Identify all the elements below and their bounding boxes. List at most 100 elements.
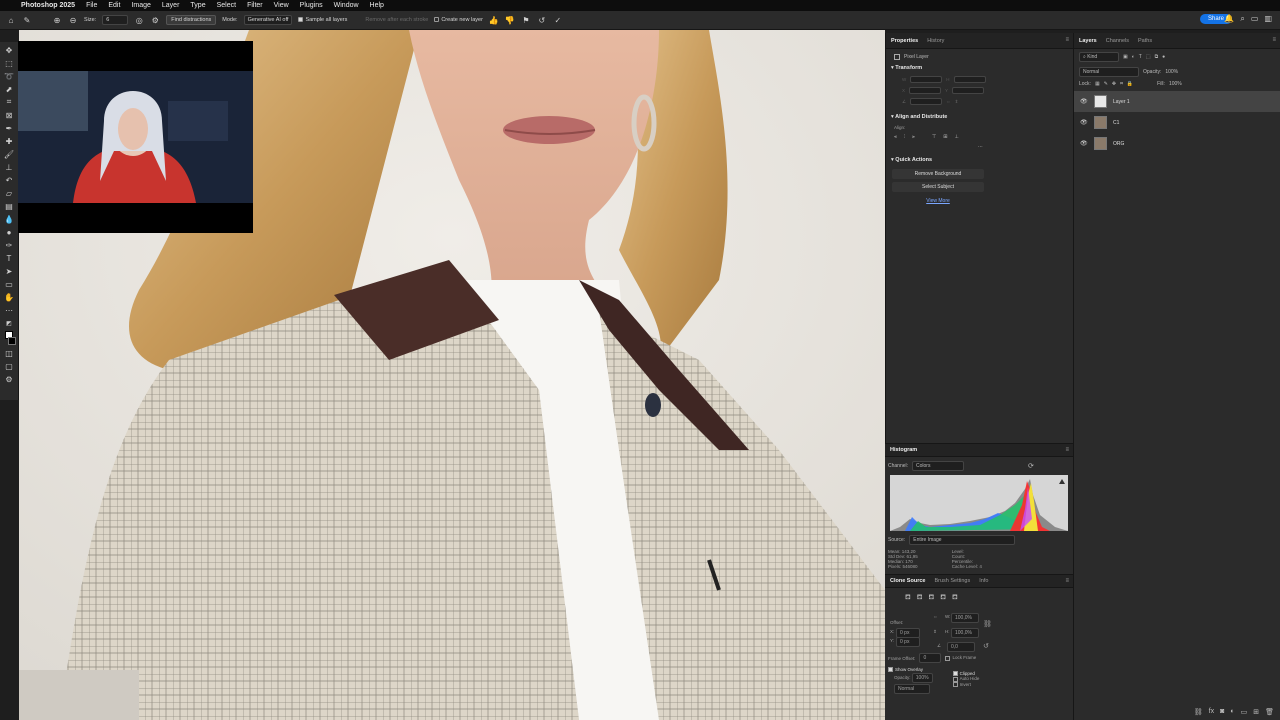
crop-tool-icon[interactable]: ⌗ — [3, 97, 15, 107]
find-distractions-button[interactable]: Find distractions — [166, 15, 217, 25]
align-top-icon[interactable]: ⊤ — [932, 134, 936, 140]
new-group-icon[interactable]: ▭ — [1241, 708, 1248, 716]
remove-after-stroke-checkbox[interactable]: Remove after each stroke — [365, 17, 428, 23]
align-bottom-icon[interactable]: ⊥ — [954, 134, 958, 140]
type-tool-icon[interactable]: T — [3, 253, 15, 263]
subtract-mode-icon[interactable]: ⊖ — [68, 15, 78, 25]
clone-source-2-icon[interactable]: ⛾ — [917, 593, 923, 602]
adjustment-layer-icon[interactable]: ◐ — [1230, 708, 1234, 716]
align-right-icon[interactable]: ⫸ — [912, 134, 915, 140]
kind-filter-select[interactable]: ⌕ Kind — [1079, 52, 1119, 62]
path-select-tool-icon[interactable]: ➤ — [3, 266, 15, 276]
filter-toggle-icon[interactable]: ● — [1162, 54, 1165, 60]
panel-menu-icon[interactable]: ≡ — [1065, 37, 1069, 43]
delete-layer-icon[interactable]: 🗑 — [1265, 708, 1274, 716]
menu-image[interactable]: Image — [131, 2, 150, 9]
app-name-menu[interactable]: Photoshop 2025 — [21, 2, 75, 9]
more-options-icon[interactable]: ⋯ — [978, 144, 983, 150]
select-subject-button[interactable]: Select Subject — [892, 182, 984, 192]
filter-shape-icon[interactable]: ⬚ — [1146, 54, 1151, 60]
menu-help[interactable]: Help — [370, 2, 384, 9]
overlay-blend-select[interactable]: Normal — [894, 684, 930, 695]
link-layers-icon[interactable]: ⛓ — [1194, 708, 1203, 716]
dodge-tool-icon[interactable]: ● — [3, 227, 15, 237]
new-layer-icon[interactable]: ⊞ — [1253, 708, 1259, 716]
add-mode-icon[interactable]: ⊕ — [52, 15, 62, 25]
layers-menu-icon[interactable]: ≡ — [1272, 37, 1276, 43]
thumb-up-icon[interactable]: 👍 — [489, 15, 499, 25]
menu-edit[interactable]: Edit — [108, 2, 120, 9]
eraser-tool-icon[interactable]: ▱ — [3, 188, 15, 198]
remove-background-button[interactable]: Remove Background — [892, 169, 984, 179]
clone-stamp-tool-icon[interactable]: ⊥ — [3, 162, 15, 172]
menu-plugins[interactable]: Plugins — [300, 2, 323, 9]
mode-select[interactable]: Generative AI off — [243, 15, 293, 25]
filter-adjustment-icon[interactable]: ◐ — [1132, 54, 1135, 60]
align-middle-icon[interactable]: ⊞ — [943, 134, 947, 140]
clone-source-5-icon[interactable]: ⛾ — [952, 593, 958, 602]
lock-artboard-icon[interactable]: ⌗ — [1120, 81, 1123, 87]
flip-vertical-icon[interactable]: ⇕ — [955, 99, 959, 105]
tab-properties[interactable]: Properties — [891, 38, 918, 44]
more-tools-icon[interactable]: ⋯ — [3, 305, 15, 315]
menu-select[interactable]: Select — [217, 2, 236, 9]
scale-w-field[interactable]: 100,0% — [951, 613, 979, 623]
menu-filter[interactable]: Filter — [247, 2, 263, 9]
clone-source-1-icon[interactable]: ⛾ — [905, 593, 911, 602]
offset-y-field[interactable]: 0 px — [896, 637, 920, 647]
filter-type-icon[interactable]: T — [1139, 54, 1142, 60]
show-overlay-checkbox[interactable]: Show Overlay — [888, 667, 933, 673]
blur-tool-icon[interactable]: 💧 — [3, 214, 15, 224]
visibility-eye-icon[interactable]: 👁 — [1080, 140, 1088, 147]
tab-histogram[interactable]: Histogram — [890, 447, 917, 453]
tab-clone-source[interactable]: Clone Source — [890, 578, 925, 584]
default-colors-icon[interactable]: ◩ — [3, 318, 15, 328]
tab-brush-settings[interactable]: Brush Settings — [934, 578, 970, 584]
fill-value[interactable]: 100% — [1169, 81, 1182, 87]
lasso-tool-icon[interactable]: ➰ — [3, 71, 15, 81]
menu-layer[interactable]: Layer — [162, 2, 180, 9]
histogram-menu-icon[interactable]: ≡ — [1065, 447, 1069, 453]
frame-tool-icon[interactable]: ⊠ — [3, 110, 15, 120]
overlay-opacity-field[interactable]: 100% — [911, 673, 933, 684]
frame-offset-field[interactable]: 0 — [919, 653, 942, 663]
layer-row[interactable]: 👁 Layer 1 — [1074, 91, 1280, 112]
pen-tool-icon[interactable]: ✑ — [3, 240, 15, 250]
blend-mode-select[interactable]: Normal — [1079, 67, 1139, 77]
lock-position-icon[interactable]: ✥ — [1112, 81, 1116, 87]
edit-toolbar-icon[interactable]: ⚙ — [3, 374, 15, 384]
transform-section-title[interactable]: ▾ Transform — [886, 62, 1073, 74]
create-new-layer-checkbox[interactable]: Create new layer — [434, 17, 483, 23]
thumb-down-icon[interactable]: 👎 — [505, 15, 515, 25]
transform-x-field[interactable] — [909, 87, 942, 94]
lock-all-icon[interactable]: 🔒 — [1127, 81, 1133, 87]
lock-image-icon[interactable]: ✎ — [1104, 81, 1108, 87]
clone-source-4-icon[interactable]: ⛾ — [940, 593, 946, 602]
clone-source-3-icon[interactable]: ⛾ — [928, 593, 934, 602]
shape-tool-icon[interactable]: ▭ — [3, 279, 15, 289]
tab-info[interactable]: Info — [979, 578, 988, 584]
tab-paths[interactable]: Paths — [1138, 38, 1152, 44]
sample-all-layers-checkbox[interactable]: Sample all layers — [298, 17, 347, 23]
healing-brush-tool-icon[interactable]: ✚ — [3, 136, 15, 146]
layer-row[interactable]: 👁 ORG — [1074, 133, 1280, 154]
size-field[interactable]: 6 — [102, 15, 129, 25]
angle-field[interactable]: 0,0 — [947, 642, 975, 652]
screen-mode-icon[interactable]: ▢ — [3, 361, 15, 371]
lock-frame-checkbox[interactable]: Lock Frame — [945, 655, 976, 661]
pressure-icon[interactable]: ◎ — [134, 15, 144, 25]
align-center-h-icon[interactable]: ⫶ — [904, 134, 905, 140]
channel-select[interactable]: Colors — [912, 461, 965, 471]
align-left-icon[interactable]: ⫷ — [894, 134, 897, 140]
reset-transform-icon[interactable]: ↺ — [983, 642, 989, 650]
angle-field[interactable] — [910, 98, 943, 105]
refresh-icon[interactable]: ⟳ — [1028, 462, 1034, 470]
filter-pixel-icon[interactable]: ▣ — [1123, 54, 1128, 60]
opacity-value[interactable]: 100% — [1165, 69, 1178, 75]
flip-horizontal-icon[interactable]: ⇔ — [946, 99, 951, 104]
transform-w-field[interactable] — [910, 76, 943, 83]
layer-row[interactable]: 👁 C1 — [1074, 112, 1280, 133]
layer-style-icon[interactable]: fx — [1209, 708, 1214, 716]
visibility-eye-icon[interactable]: 👁 — [1080, 119, 1088, 126]
tab-layers[interactable]: Layers — [1079, 38, 1097, 44]
